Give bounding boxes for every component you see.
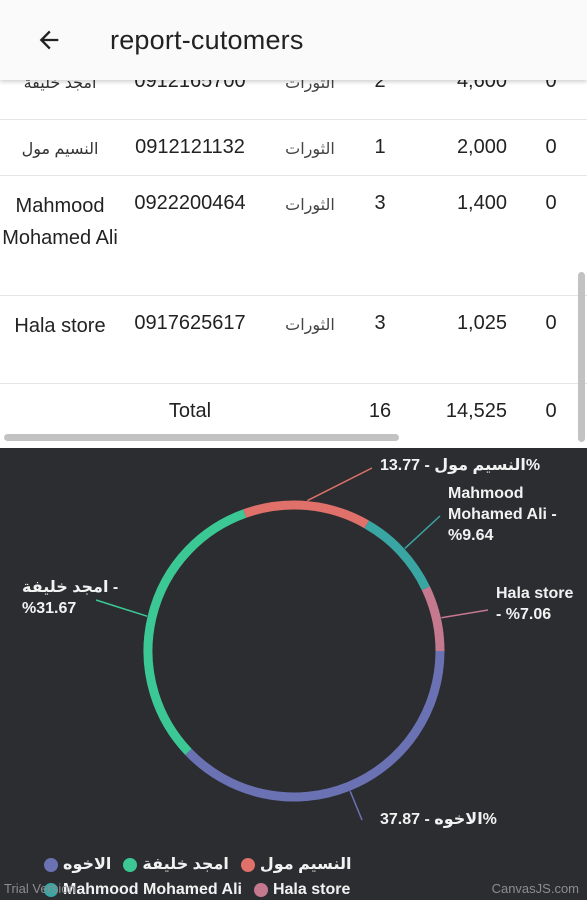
- customer-phone: 0922200464: [134, 192, 246, 214]
- customer-city: الثورات: [285, 141, 335, 158]
- customer-city: الثورات: [285, 80, 335, 92]
- pie-slice[interactable]: [185, 650, 445, 802]
- customer-name: امجد خليفة: [23, 80, 97, 92]
- label-connector: [95, 599, 148, 617]
- canvasjs-credit[interactable]: CanvasJS.com: [492, 881, 579, 896]
- slice-label: Hala store - %7.06: [496, 585, 573, 623]
- total-amount: 14,525: [445, 400, 507, 422]
- order-count: 2: [374, 80, 386, 92]
- legend-label: الاخوه: [63, 856, 112, 873]
- slice-label: امجد خليفة -%31.67: [22, 579, 118, 617]
- table-row[interactable]: امجد خليفة 0912165700 الثورات 2 4,600 0: [0, 80, 587, 120]
- slice-label: Mahmood Mohamed Ali -%9.64: [448, 485, 557, 544]
- chart-legend: الاخوه امجد خليفة النسيم مول Mahmood Mohame…: [44, 854, 564, 900]
- legend-item[interactable]: امجد خليفة: [123, 854, 229, 876]
- label-connector: [441, 609, 489, 619]
- customer-name: Mahmood Mohamed Ali: [2, 195, 118, 249]
- order-amount: 1,025: [456, 312, 507, 334]
- customer-name: النسيم مول: [21, 141, 99, 158]
- label-connector: [307, 467, 373, 502]
- app-bar: report-cutomers: [0, 0, 587, 80]
- legend-item[interactable]: الاخوه: [44, 854, 111, 876]
- legend-marker: [240, 858, 255, 872]
- label-connector: [349, 790, 363, 821]
- legend-label: Mahmood Mohamed Ali: [63, 881, 242, 898]
- total-extra: 0: [545, 400, 557, 422]
- label-connector: [404, 515, 441, 550]
- back-button[interactable]: [24, 15, 74, 65]
- trial-watermark: Trial Version: [4, 881, 76, 896]
- customer-city: الثورات: [285, 317, 335, 334]
- extra-value: 0: [545, 312, 557, 334]
- slice-label: النسيم مول - 13.77%: [380, 457, 540, 474]
- order-amount: 2,000: [456, 136, 507, 158]
- pie-slice[interactable]: [364, 520, 430, 591]
- legend-label: امجد خليفة: [142, 856, 229, 873]
- legend-marker: [44, 858, 58, 872]
- slice-label: الاخوه - 37.87%: [380, 811, 497, 828]
- customers-pie-chart: الاخوه - 37.87% امجد خليفة -%31.67 النسيم …: [0, 448, 587, 900]
- customers-table[interactable]: امجد خليفة 0912165700 الثورات 2 4,600 0 النسيم…: [0, 80, 587, 448]
- customer-phone: 0917625617: [134, 312, 246, 334]
- order-amount: 1,400: [456, 192, 507, 214]
- order-count: 1: [374, 136, 386, 158]
- table-row[interactable]: Hala store 0917625617 الثورات 3 1,025 0: [0, 296, 587, 384]
- order-count: 3: [374, 192, 386, 214]
- pie-chart-svg: الاخوه - 37.87% امجد خليفة -%31.67 النسيم …: [22, 457, 573, 828]
- pie-slice[interactable]: [143, 509, 247, 755]
- pie-slice[interactable]: [243, 500, 369, 529]
- horizontal-scrollbar[interactable]: [4, 434, 399, 441]
- legend-marker: [123, 858, 138, 872]
- order-amount: 4,600: [456, 80, 507, 92]
- legend-label: Hala store: [272, 881, 351, 898]
- customer-name: Hala store: [14, 315, 106, 337]
- customer-phone: 0912121132: [135, 136, 245, 158]
- legend-label: النسيم مول: [259, 856, 352, 873]
- extra-value: 0: [545, 136, 557, 158]
- legend-item[interactable]: Hala store: [253, 879, 351, 900]
- arrow-left-icon: [39, 30, 59, 50]
- vertical-scrollbar[interactable]: [578, 272, 585, 442]
- legend-item[interactable]: النسيم مول: [240, 854, 352, 876]
- table-row[interactable]: النسيم مول 0912121132 الثورات 1 2,000 0: [0, 120, 587, 176]
- page-title: report-cutomers: [110, 24, 304, 55]
- table-row[interactable]: Mahmood Mohamed Ali 0922200464 الثورات 3 1,4…: [0, 176, 587, 296]
- customer-phone: 0912165700: [134, 80, 246, 92]
- extra-value: 0: [545, 192, 557, 214]
- extra-value: 0: [545, 80, 557, 92]
- pie-slice[interactable]: [421, 586, 445, 652]
- order-count: 3: [374, 312, 386, 334]
- customer-city: الثورات: [285, 197, 335, 214]
- legend-marker: [253, 883, 268, 897]
